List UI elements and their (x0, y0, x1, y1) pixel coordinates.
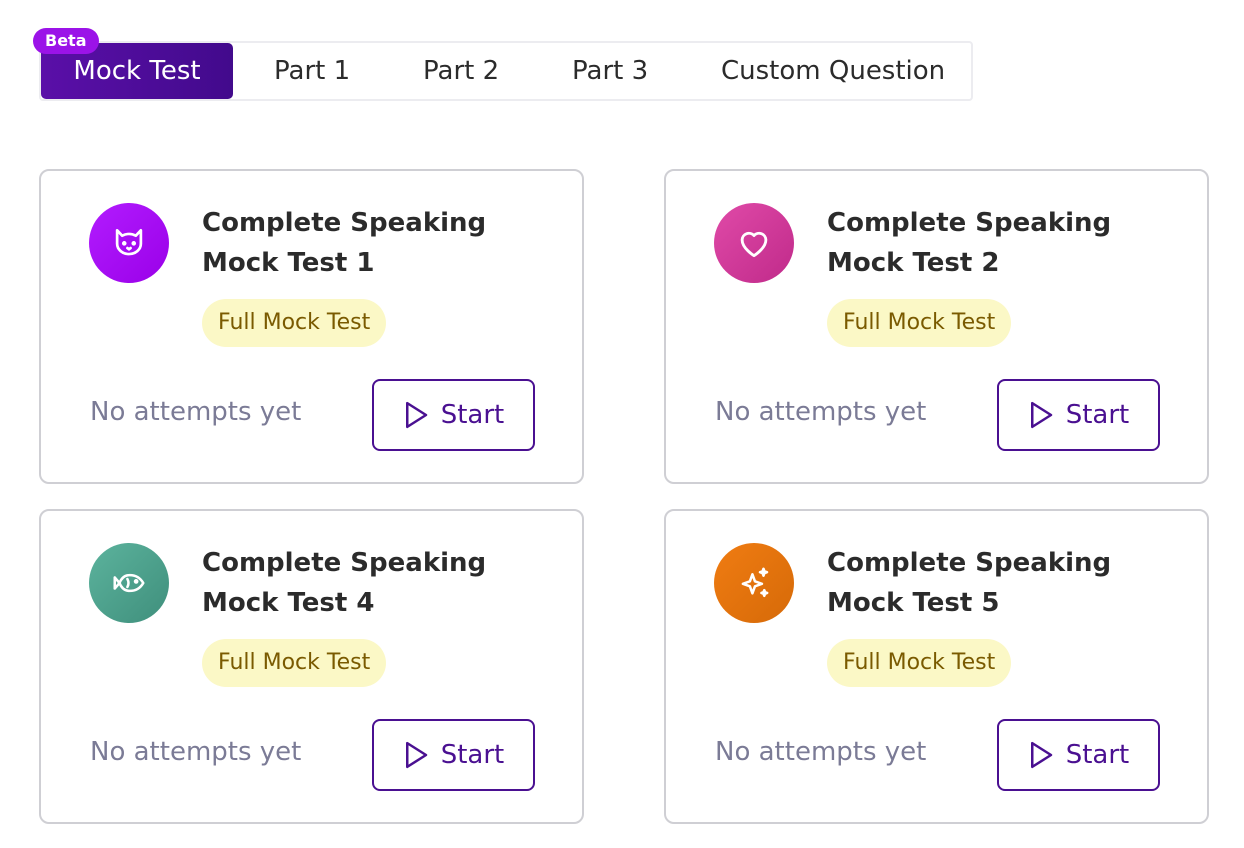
play-icon (405, 741, 427, 769)
full-mock-test-tag: Full Mock Test (202, 299, 387, 347)
full-mock-test-tag: Full Mock Test (827, 639, 1012, 687)
full-mock-test-tag: Full Mock Test (827, 299, 1012, 347)
tab-part-1[interactable]: Part 1 (274, 43, 350, 99)
attempts-status: No attempts yet (90, 737, 302, 767)
attempts-status: No attempts yet (715, 397, 927, 427)
play-icon (405, 401, 427, 429)
fish-icon (89, 543, 169, 623)
tab-custom-question[interactable]: Custom Question (721, 43, 945, 99)
full-mock-test-tag: Full Mock Test (202, 639, 387, 687)
start-label: Start (440, 740, 505, 770)
mock-test-card: Complete Speaking Mock Test 2 Full Mock … (664, 169, 1209, 484)
start-label: Start (440, 400, 505, 430)
mock-test-card: Complete Speaking Mock Test 5 Full Mock … (664, 509, 1209, 824)
play-icon (1030, 401, 1052, 429)
mock-test-card: Complete Speaking Mock Test 4 Full Mock … (39, 509, 584, 824)
start-button[interactable]: Start (997, 379, 1160, 451)
cat-icon (89, 203, 169, 283)
start-label: Start (1065, 400, 1130, 430)
card-title: Complete Speaking Mock Test 5 (827, 548, 1112, 618)
card-title: Complete Speaking Mock Test 2 (827, 208, 1112, 278)
tab-part-3[interactable]: Part 3 (572, 43, 648, 99)
attempts-status: No attempts yet (90, 397, 302, 427)
attempts-status: No attempts yet (715, 737, 927, 767)
sparkles-icon (714, 543, 794, 623)
card-title: Complete Speaking Mock Test 1 (202, 208, 487, 278)
start-button[interactable]: Start (997, 719, 1160, 791)
play-icon (1030, 741, 1052, 769)
beta-badge: Beta (33, 28, 99, 54)
mock-test-card: Complete Speaking Mock Test 1 Full Mock … (39, 169, 584, 484)
tab-bar: Mock Test Part 1 Part 2 Part 3 Custom Qu… (39, 41, 973, 101)
start-button[interactable]: Start (372, 379, 535, 451)
tab-part-2[interactable]: Part 2 (423, 43, 499, 99)
start-label: Start (1065, 740, 1130, 770)
start-button[interactable]: Start (372, 719, 535, 791)
card-title: Complete Speaking Mock Test 4 (202, 548, 487, 618)
heart-icon (714, 203, 794, 283)
